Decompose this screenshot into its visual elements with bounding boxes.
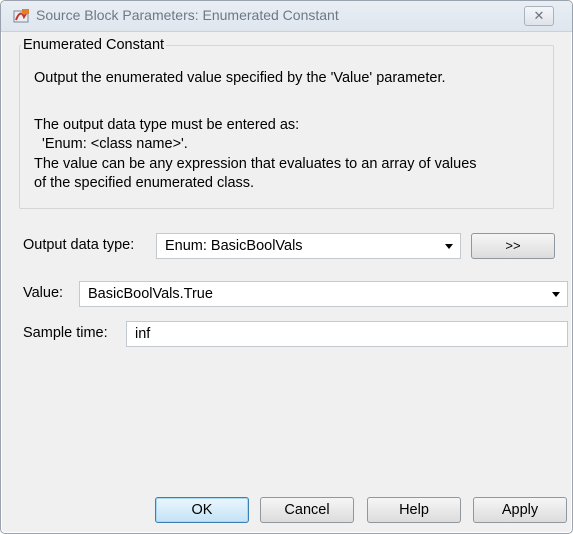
ok-button[interactable]: OK — [155, 497, 249, 523]
value-label: Value: — [23, 285, 64, 301]
description-line: The output data type must be entered as: — [34, 117, 300, 133]
value-value: BasicBoolVals.True — [88, 286, 213, 302]
cancel-button[interactable]: Cancel — [260, 497, 354, 523]
close-button[interactable]: ✕ — [524, 6, 554, 26]
window-title: Source Block Parameters: Enumerated Cons… — [36, 7, 339, 23]
help-button[interactable]: Help — [367, 497, 461, 523]
output-data-type-label: Output data type: — [23, 237, 135, 253]
apply-button[interactable]: Apply — [473, 497, 567, 523]
description-line: of the specified enumerated class. — [34, 175, 255, 191]
description-line: 'Enum: <class name>'. — [34, 136, 188, 152]
simulink-block-icon — [13, 8, 31, 24]
title-bar[interactable]: Source Block Parameters: Enumerated Cons… — [1, 1, 572, 32]
description-line: The value can be any expression that eva… — [34, 156, 477, 172]
data-type-assistant-button[interactable]: >> — [471, 233, 555, 259]
sample-time-label: Sample time: — [23, 325, 108, 341]
description-line: Output the enumerated value specified by… — [34, 70, 446, 86]
sample-time-value: inf — [135, 326, 151, 342]
close-icon: ✕ — [533, 8, 545, 23]
dialog-window: Source Block Parameters: Enumerated Cons… — [0, 0, 573, 534]
chevron-down-icon — [552, 292, 560, 297]
chevron-down-icon — [445, 244, 453, 249]
group-title: Enumerated Constant — [21, 37, 167, 53]
output-data-type-dropdown[interactable]: Enum: BasicBoolVals — [156, 233, 461, 259]
value-dropdown[interactable]: BasicBoolVals.True — [79, 281, 568, 307]
sample-time-input[interactable]: inf — [126, 321, 568, 347]
output-data-type-value: Enum: BasicBoolVals — [165, 238, 303, 254]
